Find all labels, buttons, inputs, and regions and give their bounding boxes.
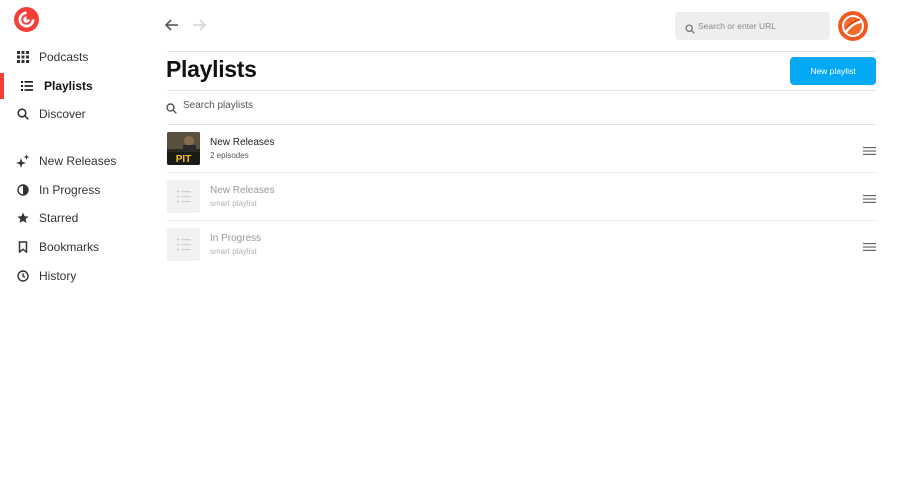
playlist-name: In Progress bbox=[210, 233, 262, 244]
new-playlist-button[interactable]: New playlist bbox=[790, 57, 876, 85]
arrow-left-icon bbox=[164, 19, 178, 31]
list-icon bbox=[176, 190, 191, 203]
sidebar-item-label: Bookmarks bbox=[39, 240, 100, 254]
smart-playlist-artwork bbox=[167, 228, 200, 261]
back-button[interactable] bbox=[163, 16, 181, 34]
playlist-name: New Releases bbox=[210, 185, 275, 196]
sidebar-item-label: New Releases bbox=[39, 154, 117, 168]
artwork-text: PIT bbox=[176, 154, 192, 165]
grid-icon bbox=[16, 50, 30, 64]
divider bbox=[167, 51, 876, 52]
sidebar-item-label: Podcasts bbox=[39, 50, 89, 64]
sidebar-item-in-progress[interactable]: In Progress bbox=[0, 176, 150, 204]
sidebar-item-label: In Progress bbox=[39, 183, 101, 197]
playlist-subtitle: 2 episodes bbox=[210, 151, 249, 160]
sidebar-item-starred[interactable]: Starred bbox=[0, 204, 150, 232]
playlist-subtitle: smart playlist bbox=[210, 247, 257, 256]
sidebar-item-label: Playlists bbox=[44, 79, 93, 93]
sidebar: Podcasts Playlists Discover New Releases bbox=[0, 0, 150, 484]
star-icon bbox=[16, 211, 30, 225]
sidebar-item-label: History bbox=[39, 269, 77, 283]
page-title: Playlists bbox=[166, 56, 257, 82]
sidebar-item-history[interactable]: History bbox=[0, 262, 150, 290]
drag-handle-icon[interactable] bbox=[863, 191, 876, 203]
playlist-name: New Releases bbox=[210, 137, 275, 148]
user-avatar[interactable] bbox=[838, 11, 868, 41]
list-icon bbox=[20, 79, 34, 93]
sidebar-item-new-releases[interactable]: New Releases bbox=[0, 147, 150, 175]
progress-circle-icon bbox=[16, 183, 30, 197]
divider bbox=[167, 90, 876, 91]
playlist-subtitle: smart playlist bbox=[210, 199, 257, 208]
sidebar-item-label: Discover bbox=[39, 107, 86, 121]
drag-handle-icon[interactable] bbox=[863, 143, 876, 155]
clock-icon bbox=[16, 269, 30, 283]
playlist-row[interactable]: PIT New Releases 2 episodes bbox=[167, 125, 876, 173]
pocket-casts-logo[interactable] bbox=[14, 7, 39, 32]
search-icon bbox=[685, 21, 695, 34]
sidebar-item-bookmarks[interactable]: Bookmarks bbox=[0, 233, 150, 261]
sidebar-item-playlists[interactable]: Playlists bbox=[0, 72, 150, 100]
arrow-right-icon bbox=[193, 19, 207, 31]
list-icon bbox=[176, 238, 191, 251]
drag-handle-icon[interactable] bbox=[863, 239, 876, 251]
search-playlists-input[interactable]: Search playlists bbox=[164, 98, 464, 116]
sidebar-item-podcasts[interactable]: Podcasts bbox=[0, 43, 150, 71]
forward-button[interactable] bbox=[190, 16, 208, 34]
sidebar-item-discover[interactable]: Discover bbox=[0, 100, 150, 128]
sidebar-item-label: Starred bbox=[39, 211, 79, 225]
podcast-artwork: PIT bbox=[167, 132, 200, 165]
search-placeholder: Search playlists bbox=[183, 100, 254, 111]
playlist-row[interactable]: New Releases smart playlist bbox=[167, 173, 876, 221]
sparkle-icon bbox=[16, 154, 30, 168]
smart-playlist-artwork bbox=[167, 180, 200, 213]
search-placeholder: Search or enter URL bbox=[698, 21, 776, 31]
playlist-row[interactable]: In Progress smart playlist bbox=[167, 221, 876, 269]
search-icon bbox=[16, 107, 30, 121]
search-icon bbox=[166, 101, 177, 114]
search-or-url-input[interactable]: Search or enter URL bbox=[675, 12, 830, 40]
bookmark-icon bbox=[16, 240, 30, 254]
